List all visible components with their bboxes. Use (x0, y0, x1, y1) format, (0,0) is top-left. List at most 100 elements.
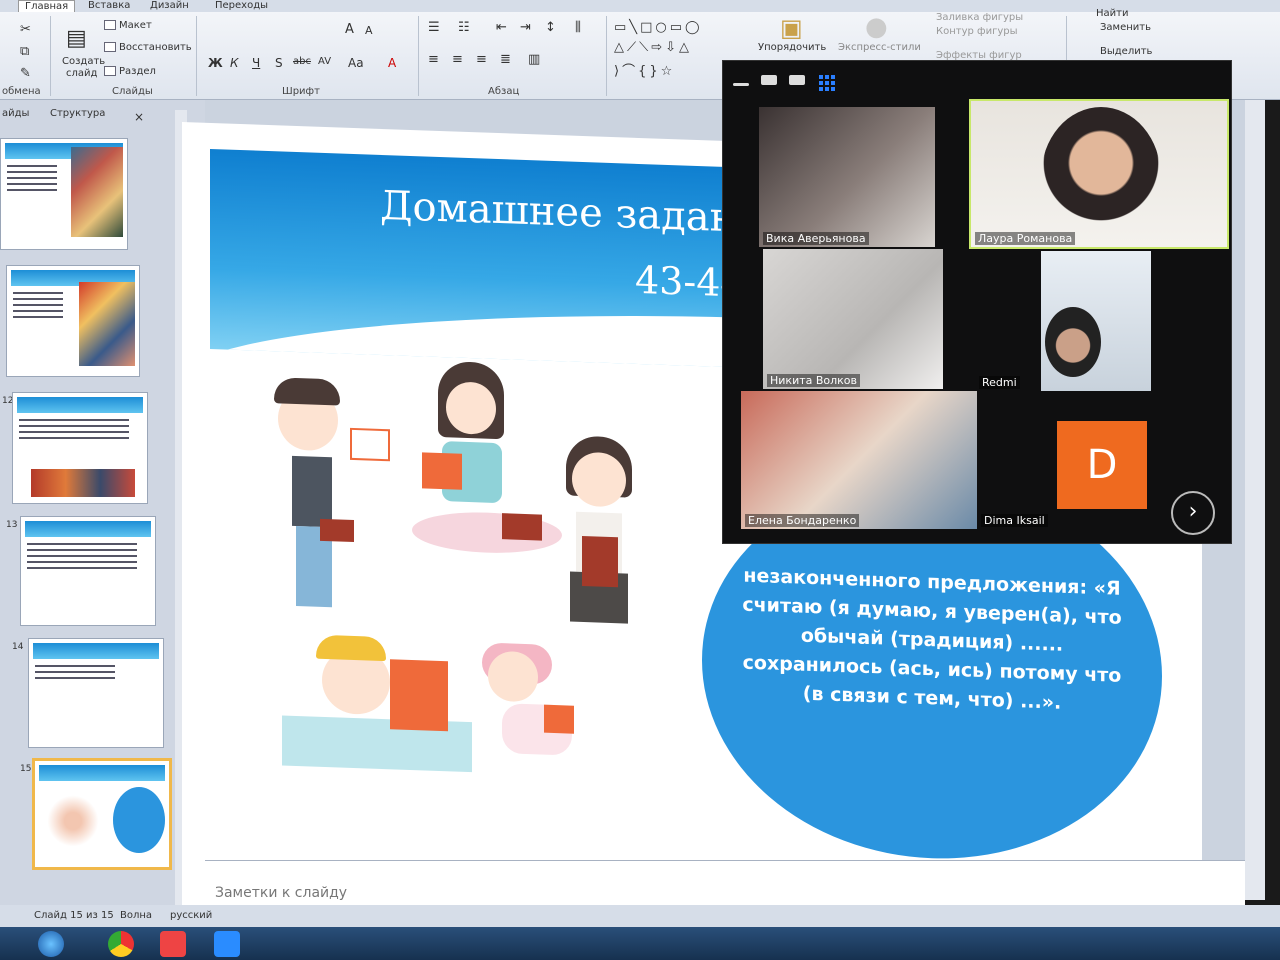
language-indicator[interactable]: русский (170, 910, 212, 921)
thumb-band (33, 643, 159, 659)
slide-thumbnail-selected[interactable] (32, 758, 172, 870)
section-button[interactable]: Раздел (104, 66, 156, 77)
gallery-view-icon[interactable] (819, 75, 835, 91)
thumb-circle (113, 787, 165, 853)
columns-icon[interactable]: ▥ (528, 52, 540, 67)
arrange-icon[interactable]: ▣ (780, 14, 803, 42)
slide-thumbnail[interactable] (28, 638, 164, 748)
vertical-scrollbar[interactable] (1245, 100, 1265, 900)
cut-icon[interactable]: ✂ (20, 22, 31, 37)
shapes-gallery-row2[interactable]: △⟋⟍⇨⇩△ (614, 40, 692, 55)
thumb-picture (79, 282, 135, 366)
char-spacing-button[interactable]: AV (318, 56, 331, 67)
slides-group-label: Слайды (112, 86, 153, 97)
reset-button[interactable]: Восстановить (104, 42, 192, 53)
bold-button[interactable]: Ж (208, 56, 223, 70)
justify-icon[interactable]: ≣ (500, 52, 511, 67)
tab-transitions[interactable]: Переходы (215, 0, 268, 12)
shapes-gallery-row3[interactable]: ⟩⌒{}☆ (614, 60, 675, 79)
slides-panel: айды Структура × 12 13 14 15 (0, 100, 205, 915)
app-icon[interactable] (160, 931, 186, 957)
replace-button[interactable]: Заменить (1100, 22, 1151, 33)
circle-text[interactable]: незаконченного предложения: «Я считаю (я… (742, 562, 1122, 720)
participant-tile[interactable]: Вика Аверьянова (759, 107, 935, 247)
change-case-button[interactable]: Aa (348, 56, 364, 70)
layout-button[interactable]: Макет (104, 20, 152, 31)
copy-icon[interactable]: ⧉ (20, 44, 29, 59)
separator (418, 16, 419, 96)
select-button[interactable]: Выделить (1100, 46, 1152, 57)
start-icon[interactable] (38, 931, 64, 957)
slide-thumbnail[interactable] (12, 392, 148, 504)
tab-design[interactable]: Дизайн (150, 0, 189, 12)
video-call-window: Вика Аверьянова Лаура Романова Никита Во… (722, 60, 1232, 544)
participant-avatar: D (1057, 421, 1147, 509)
close-icon[interactable]: × (134, 110, 144, 124)
call-toolbar (723, 61, 1233, 99)
italic-button[interactable]: К (230, 56, 239, 70)
status-bar: Слайд 15 из 15 Волна русский (0, 905, 1280, 927)
underline-button[interactable]: Ч (252, 56, 260, 70)
slide-thumbnail[interactable] (6, 265, 140, 377)
strikethrough-button[interactable]: abc (293, 56, 311, 67)
thumb-lines (19, 419, 129, 443)
slide-thumbnail[interactable] (20, 516, 156, 626)
participant-tile[interactable]: Елена Бондаренко (741, 391, 977, 529)
outdent-icon[interactable]: ⇥ (520, 20, 531, 35)
tab-outline[interactable]: Структура (50, 108, 105, 119)
shrink-font-icon[interactable]: A (365, 24, 373, 37)
format-painter-icon[interactable]: ✎ (20, 66, 31, 81)
chrome-icon[interactable] (108, 931, 134, 957)
tab-slides[interactable]: айды (2, 108, 29, 119)
participant-name: Никита Волков (767, 374, 861, 387)
shape-outline-button[interactable]: Контур фигуры (936, 26, 1018, 37)
shadow-button[interactable]: S (275, 56, 283, 70)
participant-name: Вика Аверьянова (763, 232, 869, 245)
tab-insert[interactable]: Вставка (88, 0, 130, 12)
quick-styles-button[interactable]: Экспресс-стили (838, 42, 921, 53)
shape-fill-button[interactable]: Заливка фигуры (936, 12, 1023, 23)
shapes-gallery[interactable]: ▭╲□○▭◯ (614, 20, 703, 35)
slide-number: 13 (6, 520, 18, 530)
new-slide-label-2[interactable]: слайд (66, 68, 97, 79)
line-spacing-icon[interactable]: ↕ (545, 20, 556, 35)
illustration-boy-laptop (282, 625, 482, 792)
next-page-button[interactable]: › (1171, 491, 1215, 535)
align-left-icon[interactable]: ≡ (428, 52, 439, 67)
taskbar (0, 927, 1280, 960)
new-slide-label-1[interactable]: Создать (62, 56, 105, 67)
quick-styles-icon[interactable]: ● (865, 12, 888, 42)
zoom-icon[interactable] (214, 931, 240, 957)
thumb-lines (35, 665, 115, 683)
thumb-lines (27, 543, 137, 573)
notes-placeholder: Заметки к слайду (215, 885, 348, 901)
minimize-icon[interactable] (733, 83, 749, 86)
find-button[interactable]: Найти (1096, 8, 1128, 19)
indent-icon[interactable]: ⇤ (496, 20, 507, 35)
view-strip-icon[interactable] (789, 75, 805, 85)
theme-name: Волна (120, 910, 153, 921)
participant-tile-active[interactable]: Лаура Романова (969, 99, 1229, 249)
numbering-icon[interactable]: ☷ (458, 20, 470, 35)
arrange-button[interactable]: Упорядочить (758, 42, 826, 53)
view-single-icon[interactable] (761, 75, 777, 85)
slide-count: Слайд 15 из 15 (34, 910, 114, 921)
grow-font-icon[interactable]: A (345, 22, 354, 37)
participant-name: Dima Iksail (981, 514, 1048, 527)
illustration-girl-sitting (412, 360, 562, 575)
new-slide-icon[interactable]: ▤ (66, 26, 87, 51)
clipboard-group-label: обмена (2, 86, 41, 97)
participant-video (1041, 107, 1161, 247)
text-direction-icon[interactable]: ⫼ (575, 20, 581, 35)
slide-thumbnail[interactable] (0, 138, 128, 250)
slide-number: 15 (20, 764, 32, 774)
font-color-button[interactable]: A (388, 56, 396, 70)
thumb-picture (43, 791, 103, 851)
align-center-icon[interactable]: ≡ (452, 52, 463, 67)
participant-tile[interactable]: Redmi (975, 251, 1155, 391)
bullets-icon[interactable]: ☰ (428, 20, 440, 35)
separator (606, 16, 607, 96)
participant-tile[interactable]: Никита Волков (763, 249, 943, 389)
align-right-icon[interactable]: ≡ (476, 52, 487, 67)
tab-home[interactable]: Главная (18, 0, 76, 12)
